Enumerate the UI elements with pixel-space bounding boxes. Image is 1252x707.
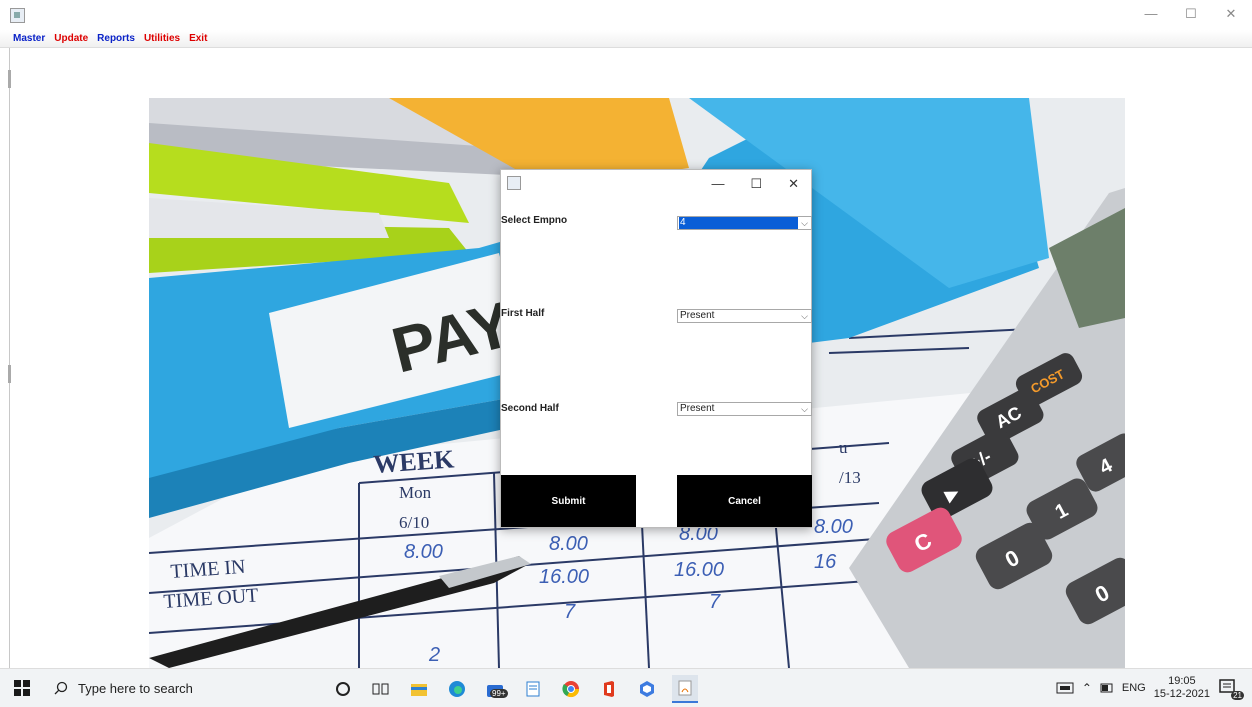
- first-half-select[interactable]: Present ⌵: [677, 309, 812, 323]
- search-placeholder: Type here to search: [78, 680, 193, 696]
- notification-center-icon[interactable]: 21: [1218, 678, 1244, 700]
- sheet-value: 7: [564, 601, 576, 623]
- menu-exit[interactable]: Exit: [189, 30, 207, 47]
- java-app-icon: [10, 8, 25, 23]
- hexagon-app-icon[interactable]: [634, 676, 660, 702]
- taskbar-apps: 99+: [330, 675, 698, 703]
- windows-start-icon[interactable]: [14, 680, 30, 696]
- chevron-down-icon: ⌵: [801, 311, 808, 321]
- second-half-select[interactable]: Present ⌵: [677, 402, 812, 416]
- battery-icon[interactable]: [1100, 683, 1114, 693]
- empno-value: 4: [679, 217, 798, 229]
- empno-label: Select Empno: [501, 215, 568, 226]
- minimize-button[interactable]: —: [1144, 6, 1158, 22]
- office-icon[interactable]: [596, 676, 622, 702]
- second-half-label: Second Half: [501, 403, 559, 414]
- sheet-day-text: Mon: [399, 483, 432, 502]
- first-half-value: Present: [680, 310, 715, 321]
- border-mark: [8, 70, 11, 88]
- main-title-bar: — ☐ ✕: [0, 0, 1252, 30]
- maximize-button[interactable]: ☐: [1184, 6, 1198, 22]
- clock-time: 19:05: [1168, 675, 1196, 687]
- notification-count: 21: [1231, 691, 1244, 700]
- chevron-down-icon: ⌵: [801, 404, 808, 414]
- window-left-border: [9, 48, 10, 668]
- system-tray: ⌃ ENG 19:05 15-12-2021 21: [1056, 669, 1244, 707]
- menu-reports[interactable]: Reports: [97, 30, 135, 47]
- sheet-value: 7: [709, 591, 721, 613]
- task-view-icon[interactable]: [368, 676, 394, 702]
- chrome-icon[interactable]: [558, 676, 584, 702]
- sheet-value: 2: [428, 644, 440, 666]
- search-icon: [54, 681, 68, 695]
- sheet-value: 16.00: [674, 559, 724, 581]
- notification-badge: 99+: [490, 689, 508, 698]
- edge-icon[interactable]: [444, 676, 470, 702]
- sheet-date-text: 6/10: [399, 513, 429, 532]
- dialog-title-bar: — ☐ ✕: [501, 170, 811, 198]
- sheet-value: 8.00: [814, 516, 853, 538]
- sheet-value: 8.00: [404, 541, 443, 563]
- menu-utilities[interactable]: Utilities: [144, 30, 180, 47]
- empno-select[interactable]: 4 ⌵: [677, 216, 812, 230]
- cancel-button[interactable]: Cancel: [677, 475, 812, 527]
- java-app-icon: [507, 176, 521, 190]
- attendance-dialog: — ☐ ✕ Select Empno 4 ⌵ First Half Presen…: [500, 169, 812, 528]
- store-icon[interactable]: 99+: [482, 676, 508, 702]
- clock-date: 15-12-2021: [1153, 688, 1210, 700]
- dialog-minimize-button[interactable]: —: [711, 176, 724, 192]
- menu-master[interactable]: Master: [13, 30, 45, 47]
- taskbar-search[interactable]: Type here to search: [44, 669, 302, 707]
- sheet-date-text: /13: [839, 468, 861, 487]
- dialog-window-controls: — ☐ ✕: [711, 176, 799, 192]
- dialog-maximize-button[interactable]: ☐: [750, 176, 762, 192]
- sheet-week-text: WEEK: [372, 444, 456, 479]
- java-taskbar-icon[interactable]: [672, 675, 698, 703]
- keyboard-icon[interactable]: [1056, 681, 1074, 695]
- sheet-value: 16: [814, 551, 837, 573]
- menu-bar: Master Update Reports Utilities Exit: [0, 30, 1252, 48]
- system-clock[interactable]: 19:05 15-12-2021: [1154, 675, 1210, 701]
- sheet-value: 16.00: [539, 566, 589, 588]
- sheet-day-text: u: [839, 438, 848, 457]
- border-mark: [8, 365, 11, 383]
- menu-update[interactable]: Update: [54, 30, 88, 47]
- close-button[interactable]: ✕: [1224, 6, 1238, 22]
- sheet-value: 8.00: [549, 533, 588, 555]
- file-explorer-icon[interactable]: [406, 676, 432, 702]
- language-indicator[interactable]: ENG: [1122, 682, 1146, 694]
- notepad-icon[interactable]: [520, 676, 546, 702]
- windows-taskbar: Type here to search 99+ ⌃ ENG 19:05 15-1…: [0, 668, 1252, 707]
- submit-button[interactable]: Submit: [501, 475, 636, 527]
- chevron-down-icon: ⌵: [801, 218, 808, 228]
- first-half-label: First Half: [501, 308, 545, 319]
- second-half-value: Present: [680, 403, 715, 414]
- window-controls: — ☐ ✕: [1144, 6, 1238, 22]
- cortana-icon[interactable]: [330, 676, 356, 702]
- dialog-close-button[interactable]: ✕: [788, 176, 799, 192]
- chevron-up-icon[interactable]: ⌃: [1082, 681, 1092, 695]
